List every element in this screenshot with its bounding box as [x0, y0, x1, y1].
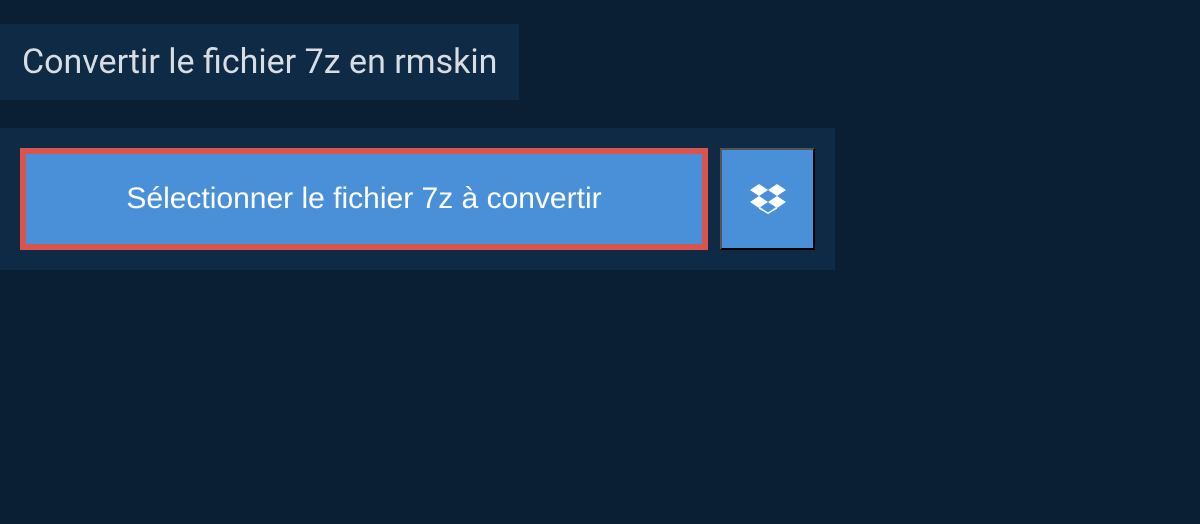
dropbox-button[interactable] [720, 148, 815, 250]
select-file-label: Sélectionner le fichier 7z à convertir [126, 182, 601, 216]
page-title: Convertir le fichier 7z en rmskin [22, 42, 497, 82]
upload-section: Sélectionner le fichier 7z à convertir [0, 128, 835, 270]
header-bar: Convertir le fichier 7z en rmskin [0, 24, 519, 100]
select-file-button[interactable]: Sélectionner le fichier 7z à convertir [20, 148, 708, 250]
dropbox-icon [750, 181, 786, 217]
